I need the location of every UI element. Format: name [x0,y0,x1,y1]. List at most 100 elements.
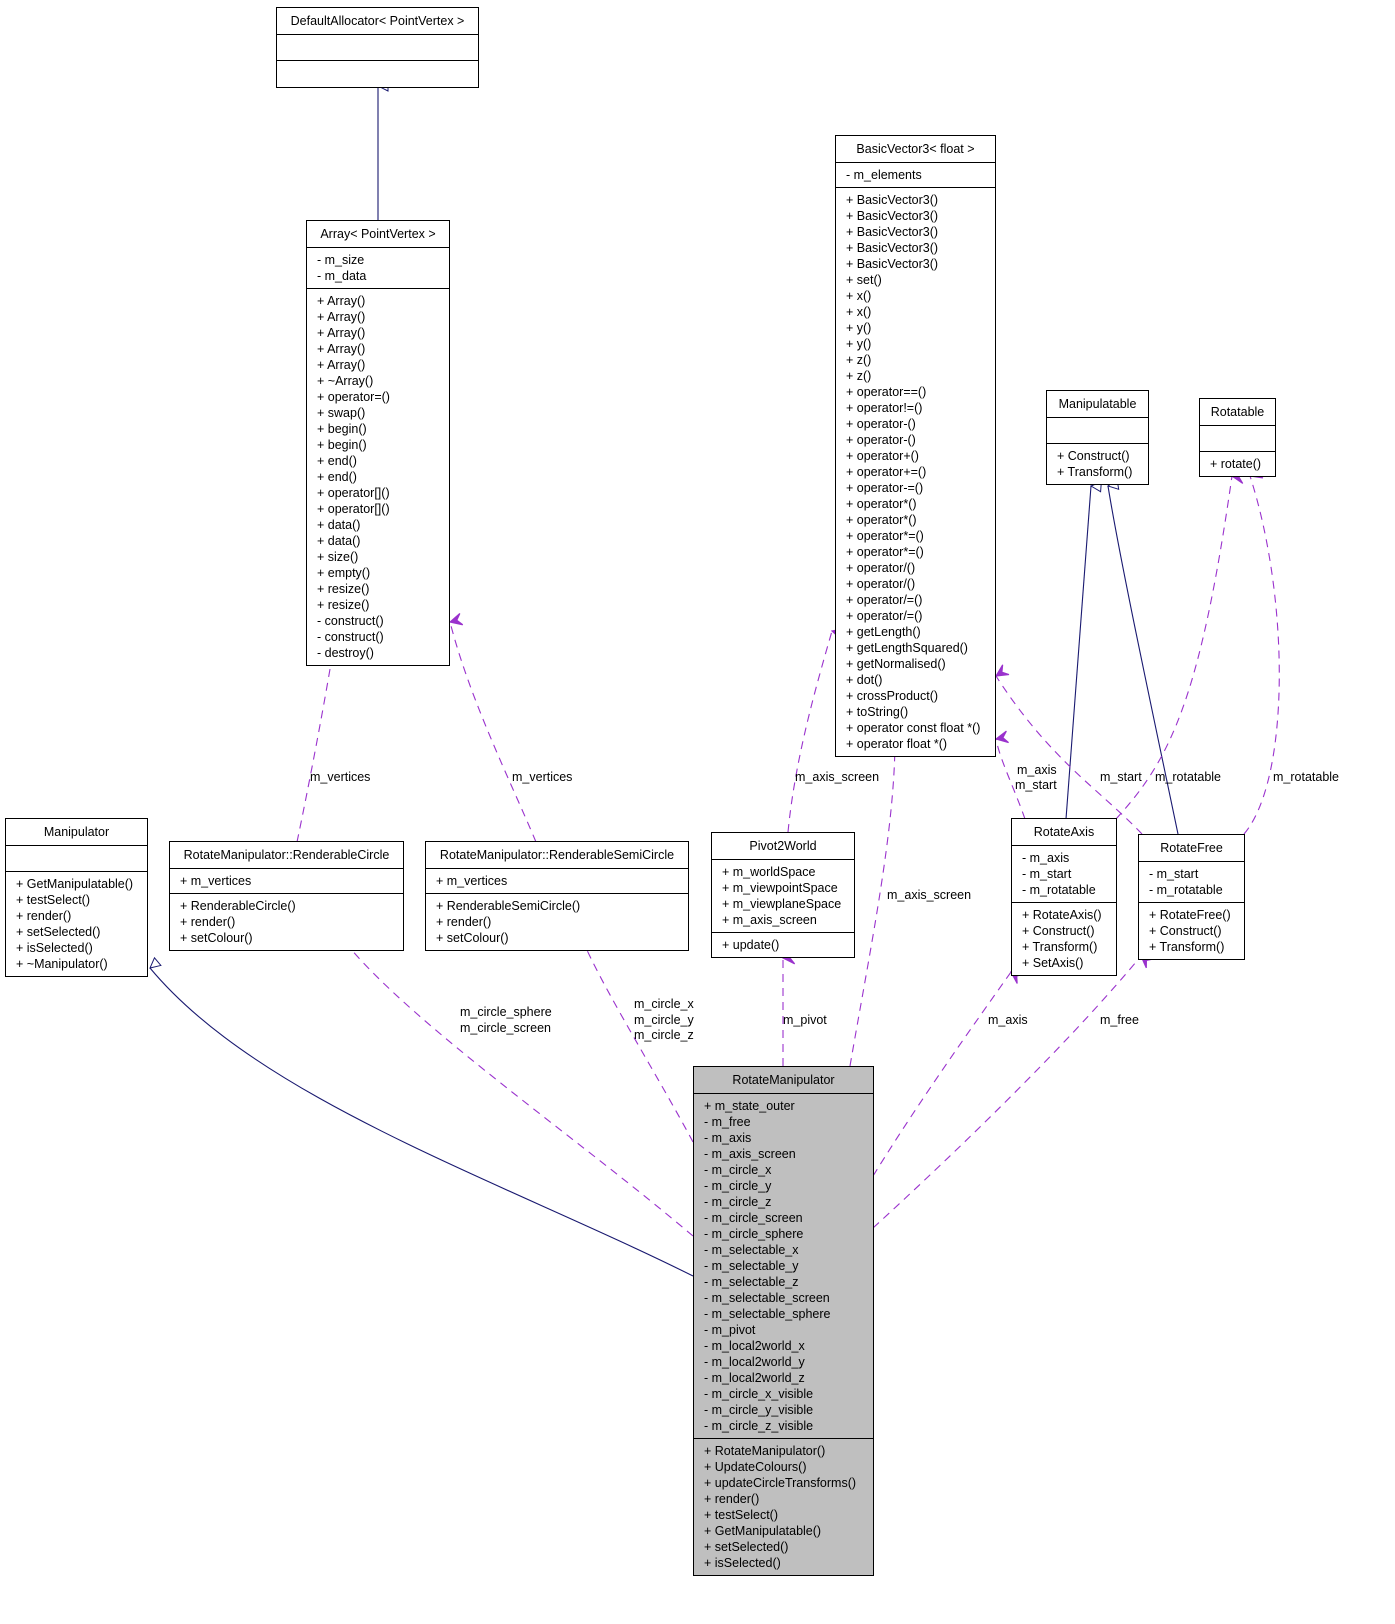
class-method: + operator[]() [317,486,390,500]
class-attribute: - m_axis [1022,851,1070,865]
edge-pivot2world-uses-basicvector3 [787,631,832,833]
class-method: + operator[]() [317,502,390,516]
class-rotate-manipulator[interactable]: RotateManipulator + m_state_outer - m_fre… [693,1066,874,1576]
class-method: + z() [846,369,872,383]
class-attribute: - m_size [317,253,365,267]
class-method: + updateCircleTransforms() [704,1476,857,1490]
edge-label: m_vertices [512,770,573,784]
class-method: + RotateFree() [1149,908,1231,922]
class-attribute: - m_selectable_z [704,1275,799,1289]
class-method: + render() [180,915,236,929]
class-method: + RotateManipulator() [704,1444,826,1458]
class-attribute: - m_rotatable [1022,883,1096,897]
methods-section: + Construct() + Transform() [1047,444,1148,484]
attributes-section [1200,426,1275,452]
class-attribute: - m_local2world_z [704,1371,805,1385]
class-method: + GetManipulatable() [704,1524,822,1538]
edge-rm-uses-circle [350,948,694,1237]
class-method: + operator=() [317,390,390,404]
class-basic-vector3[interactable]: BasicVector3< float > - m_elements + Bas… [835,135,996,757]
class-array[interactable]: Array< PointVertex > - m_size - m_data + … [306,220,450,666]
methods-section: + BasicVector3() + BasicVector3() + BasicV… [836,188,995,756]
class-method: + getLength() [846,625,921,639]
class-rotatable[interactable]: Rotatable + rotate() [1199,398,1276,477]
class-method: + setSelected() [16,925,101,939]
class-method: + operator-() [846,433,916,447]
class-method: + BasicVector3() [846,241,939,255]
class-method: + operator*() [846,497,917,511]
class-method: + operator*=() [846,545,924,559]
class-default-allocator[interactable]: DefaultAllocator< PointVertex > [276,7,479,88]
class-method: + operator/=() [846,609,923,623]
attributes-section [277,35,478,61]
class-title: RotateManipulator [694,1067,873,1094]
class-manipulatable[interactable]: Manipulatable + Construct() + Transform() [1046,390,1149,485]
class-method: + RotateAxis() [1022,908,1102,922]
class-rotate-axis[interactable]: RotateAxis - m_axis - m_start - m_rotatabl… [1011,818,1117,976]
class-renderable-semicircle[interactable]: RotateManipulator::RenderableSemiCircle … [425,841,689,951]
class-attribute: - m_circle_x_visible [704,1387,814,1401]
class-pivot2world[interactable]: Pivot2World + m_worldSpace + m_viewpointS… [711,832,855,958]
class-method: + z() [846,353,872,367]
class-method: + set() [846,273,882,287]
class-method: + end() [317,470,357,484]
methods-section: + RenderableSemiCircle() + render() + setC… [426,894,688,950]
class-method: + empty() [317,566,371,580]
class-title: Rotatable [1200,399,1275,426]
edge-label: m_vertices [310,770,371,784]
class-method: + isSelected() [704,1556,781,1570]
class-method: + operator/=() [846,593,923,607]
edge-label: m_circle_z [634,1028,694,1042]
class-method: + end() [317,454,357,468]
class-method: + BasicVector3() [846,257,939,271]
class-method: + Transform() [1022,940,1098,954]
class-method: + y() [846,337,872,351]
class-method: + ~Manipulator() [16,957,108,971]
class-attribute: - m_circle_x [704,1163,772,1177]
class-title: Pivot2World [712,833,854,860]
class-method: - construct() [317,630,384,644]
class-method: - construct() [317,614,384,628]
class-method: + Array() [317,326,366,340]
methods-section: + update() [712,933,854,957]
class-method: + Array() [317,310,366,324]
edge-rotateaxis-inherits-manipulatable [1065,486,1091,820]
edge-label: m_axis [1017,763,1057,777]
class-method: + begin() [317,422,367,436]
class-attribute: - m_start [1022,867,1072,881]
class-method: + GetManipulatable() [16,877,134,891]
class-method: + operator/() [846,577,916,591]
class-attribute: - m_selectable_sphere [704,1307,831,1321]
class-method: + setColour() [180,931,253,945]
edge-rotateaxis-uses-rotatable [1115,476,1232,820]
edge-label: m_circle_y [634,1013,694,1027]
class-method: + isSelected() [16,941,93,955]
class-method: + UpdateColours() [704,1460,807,1474]
class-method: + swap() [317,406,366,420]
class-attribute: + m_vertices [180,874,252,888]
edge-rm-uses-semicircle [586,948,694,1143]
class-method: + Transform() [1057,465,1133,479]
class-method: + Array() [317,342,366,356]
class-attribute: - m_selectable_screen [704,1291,830,1305]
class-method: + x() [846,289,872,303]
class-method: + operator const float *() [846,721,981,735]
class-method: + operator==() [846,385,927,399]
class-renderable-circle[interactable]: RotateManipulator::RenderableCircle + m_… [169,841,404,951]
edge-label: m_axis_screen [795,770,880,784]
class-manipulator[interactable]: Manipulator + GetManipulatable() + testSe… [5,818,148,977]
edge-rm-uses-rotatefree [872,956,1141,1229]
class-method: + RenderableCircle() [180,899,296,913]
methods-section: + GetManipulatable() + testSelect() + rend… [6,872,147,976]
methods-section: + RotateAxis() + Construct() + Transform()… [1012,903,1116,975]
class-method: + operator*() [846,513,917,527]
class-method: + operator float *() [846,737,948,751]
attributes-section [6,846,147,872]
attributes-section: - m_size - m_data [307,248,449,289]
class-attribute: + m_worldSpace [722,865,816,879]
class-method: + dot() [846,673,883,687]
class-attribute: - m_rotatable [1149,883,1223,897]
class-title: RotateAxis [1012,819,1116,846]
class-rotate-free[interactable]: RotateFree - m_start - m_rotatable + Rota… [1138,834,1245,960]
class-method: + crossProduct() [846,689,939,703]
